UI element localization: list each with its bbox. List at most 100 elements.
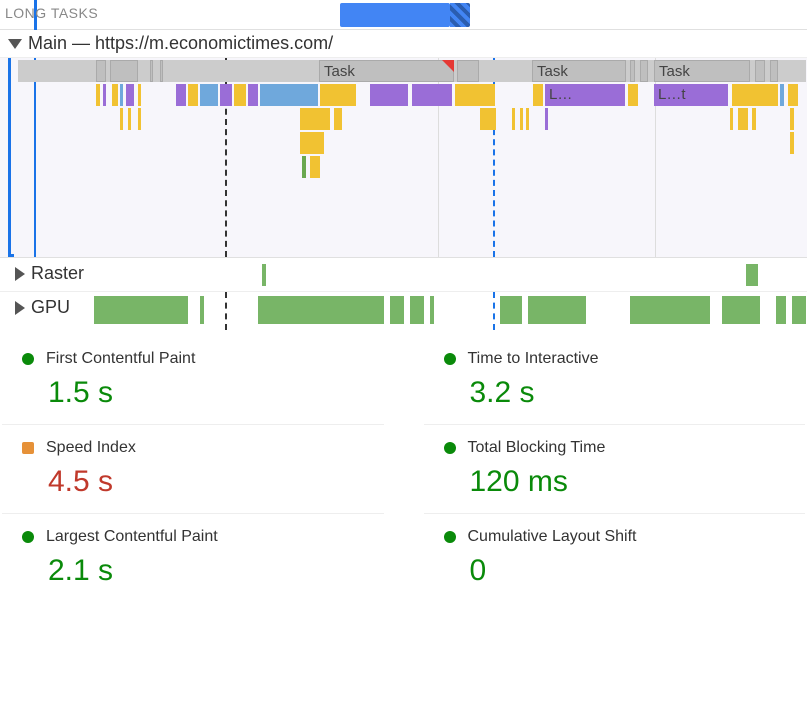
metric-tti[interactable]: Time to Interactive 3.2 s (424, 336, 806, 425)
activity-bar[interactable] (788, 84, 798, 106)
raster-bar[interactable] (262, 264, 266, 286)
metric-tbt[interactable]: Total Blocking Time 120 ms (424, 425, 806, 514)
task-bar[interactable]: Task (654, 60, 750, 82)
task-bar[interactable] (160, 60, 163, 82)
gpu-bar[interactable] (258, 296, 384, 324)
activity-bar[interactable] (512, 108, 515, 130)
gpu-bar[interactable] (500, 296, 522, 324)
gpu-track[interactable]: GPU (0, 292, 807, 330)
metric-label: First Contentful Paint (46, 350, 195, 368)
guideline-dashed (225, 292, 227, 330)
activity-bar[interactable] (455, 84, 495, 106)
activity-bar[interactable] (520, 108, 523, 130)
activity-bar[interactable] (780, 84, 784, 106)
gpu-bar[interactable] (94, 296, 188, 324)
activity-bar[interactable] (248, 84, 258, 106)
activity-bar[interactable] (752, 108, 756, 130)
activity-bar[interactable]: L…t (654, 84, 728, 106)
main-track-header[interactable]: Main — https://m.economictimes.com/ (0, 30, 807, 58)
expand-icon[interactable] (15, 301, 25, 315)
activity-bar[interactable] (628, 84, 638, 106)
flame-chart[interactable]: Task Task Task L… L…t (0, 58, 807, 258)
activity-bar[interactable] (300, 108, 330, 130)
task-bar[interactable] (150, 60, 153, 82)
activity-bar[interactable] (370, 84, 408, 106)
metric-value: 0 (470, 554, 786, 588)
task-bar[interactable] (630, 60, 635, 82)
task-bar[interactable] (640, 60, 648, 82)
gpu-bar[interactable] (722, 296, 760, 324)
metric-label: Time to Interactive (468, 350, 599, 368)
status-dot-icon (444, 353, 456, 365)
metric-label: Total Blocking Time (468, 439, 606, 457)
metric-cls[interactable]: Cumulative Layout Shift 0 (424, 514, 806, 602)
activity-bar[interactable] (790, 108, 794, 130)
activity-bar[interactable] (234, 84, 246, 106)
activity-bar[interactable] (300, 132, 324, 154)
gpu-bar[interactable] (630, 296, 710, 324)
raster-track[interactable]: Raster (0, 258, 807, 292)
activity-bar[interactable] (790, 132, 794, 154)
task-bar[interactable]: Task (532, 60, 626, 82)
gpu-bar[interactable] (200, 296, 204, 324)
expand-icon[interactable] (15, 267, 25, 281)
main-track-title: Main — https://m.economictimes.com/ (28, 33, 333, 54)
activity-bar[interactable] (732, 84, 778, 106)
metric-fcp[interactable]: First Contentful Paint 1.5 s (2, 336, 384, 425)
gpu-track-label[interactable]: GPU (15, 297, 70, 318)
activity-bar[interactable] (103, 84, 106, 106)
activity-bar[interactable] (320, 84, 356, 106)
metric-value: 4.5 s (48, 465, 364, 499)
activity-bar[interactable] (200, 84, 218, 106)
activity-bar[interactable] (334, 108, 342, 130)
status-dot-icon (22, 531, 34, 543)
task-bar[interactable] (755, 60, 765, 82)
metric-speed-index[interactable]: Speed Index 4.5 s (2, 425, 384, 514)
activity-bar[interactable] (526, 108, 529, 130)
activity-bar[interactable] (302, 156, 306, 178)
task-bar[interactable]: Task (319, 60, 454, 82)
status-dot-icon (22, 353, 34, 365)
activity-bar[interactable]: L… (545, 84, 625, 106)
gpu-bar[interactable] (430, 296, 434, 324)
gpu-bar[interactable] (528, 296, 586, 324)
collapse-icon[interactable] (8, 39, 22, 49)
gpu-bar[interactable] (390, 296, 404, 324)
gpu-bar[interactable] (776, 296, 786, 324)
status-dot-icon (444, 531, 456, 543)
gpu-bar[interactable] (410, 296, 424, 324)
activity-bar[interactable] (126, 84, 134, 106)
activity-bar[interactable] (120, 108, 123, 130)
activity-bar[interactable] (730, 108, 733, 130)
activity-bar[interactable] (128, 108, 131, 130)
activity-bar[interactable] (412, 84, 452, 106)
activity-bar[interactable] (120, 84, 123, 106)
task-bar[interactable] (457, 60, 479, 82)
activity-bar[interactable] (176, 84, 186, 106)
activity-bar[interactable] (738, 108, 748, 130)
activity-bar[interactable] (96, 84, 100, 106)
long-task-bar[interactable] (340, 3, 450, 27)
activity-bar[interactable] (260, 84, 318, 106)
activity-bar[interactable] (533, 84, 543, 106)
activity-bar[interactable] (545, 108, 548, 130)
task-bar[interactable] (110, 60, 138, 82)
activity-bar[interactable] (220, 84, 232, 106)
gpu-bar[interactable] (792, 296, 806, 324)
raster-bar[interactable] (746, 264, 758, 286)
activity-bar[interactable] (138, 84, 141, 106)
task-bar[interactable] (770, 60, 778, 82)
activity-bar[interactable] (310, 156, 320, 178)
activity-bar[interactable] (480, 108, 496, 130)
activity-bar[interactable] (188, 84, 198, 106)
metrics-grid: First Contentful Paint 1.5 s Time to Int… (0, 330, 807, 608)
metric-lcp[interactable]: Largest Contentful Paint 2.1 s (2, 514, 384, 602)
task-bar[interactable] (96, 60, 106, 82)
activity-bar[interactable] (138, 108, 141, 130)
activity-bar[interactable] (112, 84, 118, 106)
raster-track-label[interactable]: Raster (15, 263, 84, 284)
metric-value: 120 ms (470, 465, 786, 499)
guideline-dashed (493, 292, 495, 330)
long-task-bar-hatched[interactable] (450, 3, 470, 27)
metric-label: Cumulative Layout Shift (468, 528, 637, 546)
